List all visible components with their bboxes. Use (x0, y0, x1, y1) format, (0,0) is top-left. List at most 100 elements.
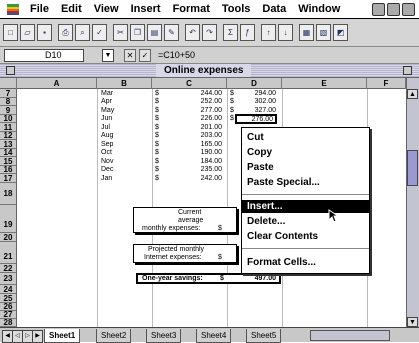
month-cell[interactable]: Aug (101, 132, 113, 140)
context-menu-paste[interactable]: Paste (242, 161, 369, 174)
context-menu-delete[interactable]: Delete... (242, 215, 369, 228)
format-painter-icon[interactable]: ✎ (164, 24, 179, 41)
horizontal-scrollbar[interactable] (310, 330, 390, 341)
month-cell[interactable]: Mar (101, 90, 113, 98)
menu-insert[interactable]: Insert (131, 3, 161, 15)
column-f-header[interactable]: F (367, 78, 406, 89)
redo-icon[interactable]: ↷ (202, 24, 217, 41)
row-header[interactable]: 21 (0, 242, 17, 264)
row-header[interactable]: 14 (0, 149, 17, 157)
close-box-icon[interactable] (6, 66, 15, 75)
column-e-header[interactable]: E (282, 78, 367, 89)
sort-ascending-icon[interactable]: ↑ (261, 24, 276, 41)
application-switcher-icon[interactable] (402, 3, 415, 16)
apple-menu-icon[interactable] (6, 2, 20, 16)
paste-icon[interactable]: ▤ (147, 24, 162, 41)
select-all-corner[interactable] (0, 78, 17, 89)
column-b-header[interactable]: B (97, 78, 152, 89)
context-menu-copy[interactable]: Copy (242, 146, 369, 159)
value-cell[interactable]: 165.00 (170, 141, 222, 149)
sort-descending-icon[interactable]: ↓ (278, 24, 293, 41)
chart-wizard-icon[interactable]: ▦ (299, 24, 314, 41)
value-cell[interactable]: 235.00 (170, 166, 222, 174)
function-wizard-icon[interactable]: ƒ (240, 24, 255, 41)
value-cell[interactable]: 190.00 (170, 149, 222, 157)
month-cell[interactable]: Dec (101, 166, 113, 174)
context-menu-paste-special[interactable]: Paste Special... (242, 176, 369, 189)
value-cell[interactable]: 184.00 (170, 158, 222, 166)
month-cell[interactable]: Sep (101, 141, 113, 149)
month-cell[interactable]: May (101, 107, 114, 115)
print-preview-icon[interactable]: ⌕ (75, 24, 90, 41)
tab-sheet4[interactable]: Sheet4 (196, 329, 232, 343)
scroll-down-arrow-icon[interactable]: ▼ (407, 317, 418, 327)
zoom-box-icon[interactable] (403, 66, 412, 75)
savings-value[interactable]: 497.00 (234, 275, 276, 283)
row-header[interactable]: 23 (0, 273, 17, 285)
vertical-scroll-thumb[interactable] (407, 150, 418, 186)
month-cell[interactable]: Apr (101, 98, 112, 106)
spelling-icon[interactable]: ✓ (92, 24, 107, 41)
value-cell[interactable]: 226.00 (170, 115, 222, 123)
value-cell[interactable]: 201.00 (170, 124, 222, 132)
copy-icon[interactable]: ❐ (130, 24, 145, 41)
month-cell[interactable]: Jan (101, 175, 112, 183)
confirm-entry-icon[interactable]: ✓ (139, 49, 151, 62)
autosum-icon[interactable]: Σ (223, 24, 238, 41)
menu-format[interactable]: Format (173, 3, 210, 15)
context-menu-insert[interactable]: Insert... (242, 200, 369, 213)
value-cell[interactable]: 244.00 (170, 90, 222, 98)
map-icon[interactable]: ▧ (316, 24, 331, 41)
cancel-entry-icon[interactable]: ✕ (124, 49, 136, 62)
open-icon[interactable]: ▱ (20, 24, 35, 41)
name-box[interactable]: D10 (4, 49, 84, 62)
window-title-bar[interactable]: Online expenses (0, 64, 419, 78)
drawing-icon[interactable]: ◩ (333, 24, 348, 41)
formula-input[interactable]: =C10+50 (158, 50, 195, 60)
new-icon[interactable]: □ (3, 24, 18, 41)
month-cell[interactable]: Nov (101, 158, 113, 166)
cut-icon[interactable]: ✂ (113, 24, 128, 41)
scroll-up-arrow-icon[interactable]: ▲ (407, 89, 418, 99)
context-menu-clear-contents[interactable]: Clear Contents (242, 230, 369, 243)
tab-sheet5[interactable]: Sheet5 (246, 329, 282, 343)
row-header[interactable]: 17 (0, 174, 17, 183)
value-cell[interactable]: 302.00 (240, 98, 276, 106)
app-menu-icon[interactable] (372, 3, 385, 16)
column-d-header[interactable]: D (227, 78, 282, 89)
month-cell[interactable]: Jul (101, 124, 110, 132)
save-icon[interactable]: ▪ (37, 24, 52, 41)
last-sheet-arrow-icon[interactable]: ▶ (32, 330, 43, 343)
row-header[interactable]: 28 (0, 319, 17, 327)
row-header[interactable]: 16 (0, 166, 17, 174)
tab-sheet3[interactable]: Sheet3 (146, 329, 182, 343)
value-cell[interactable]: 277.00 (170, 107, 222, 115)
vertical-scrollbar[interactable] (406, 78, 419, 327)
context-menu-cut[interactable]: Cut (242, 131, 369, 144)
undo-icon[interactable]: ↶ (185, 24, 200, 41)
menu-edit[interactable]: Edit (61, 3, 82, 15)
menu-tools[interactable]: Tools (222, 3, 251, 15)
tab-sheet1[interactable]: Sheet1 (44, 329, 81, 343)
menu-data[interactable]: Data (262, 3, 286, 15)
row-header[interactable]: 19 (0, 205, 17, 233)
row-header[interactable]: 20 (0, 233, 17, 242)
context-menu-format-cells[interactable]: Format Cells... (242, 256, 369, 269)
menu-window[interactable]: Window (298, 3, 340, 15)
row-header[interactable]: 18 (0, 183, 17, 205)
row-header[interactable]: 24 (0, 285, 17, 294)
name-box-dropdown-icon[interactable]: ▼ (102, 49, 114, 62)
row-header[interactable]: 10 (0, 115, 17, 123)
value-cell[interactable]: 242.00 (170, 175, 222, 183)
month-cell[interactable]: Jun (101, 115, 112, 123)
month-cell[interactable]: Oct (101, 149, 112, 157)
menu-view[interactable]: View (94, 3, 119, 15)
value-cell[interactable]: 252.00 (170, 98, 222, 106)
row-header[interactable]: 8 (0, 98, 17, 106)
active-cell-d10[interactable]: 276.00 (235, 114, 277, 124)
column-a-header[interactable]: A (17, 78, 97, 89)
value-cell[interactable]: 203.00 (170, 132, 222, 140)
tab-sheet2[interactable]: Sheet2 (96, 329, 132, 343)
help-icon[interactable] (387, 3, 400, 16)
row-header[interactable]: 12 (0, 132, 17, 140)
